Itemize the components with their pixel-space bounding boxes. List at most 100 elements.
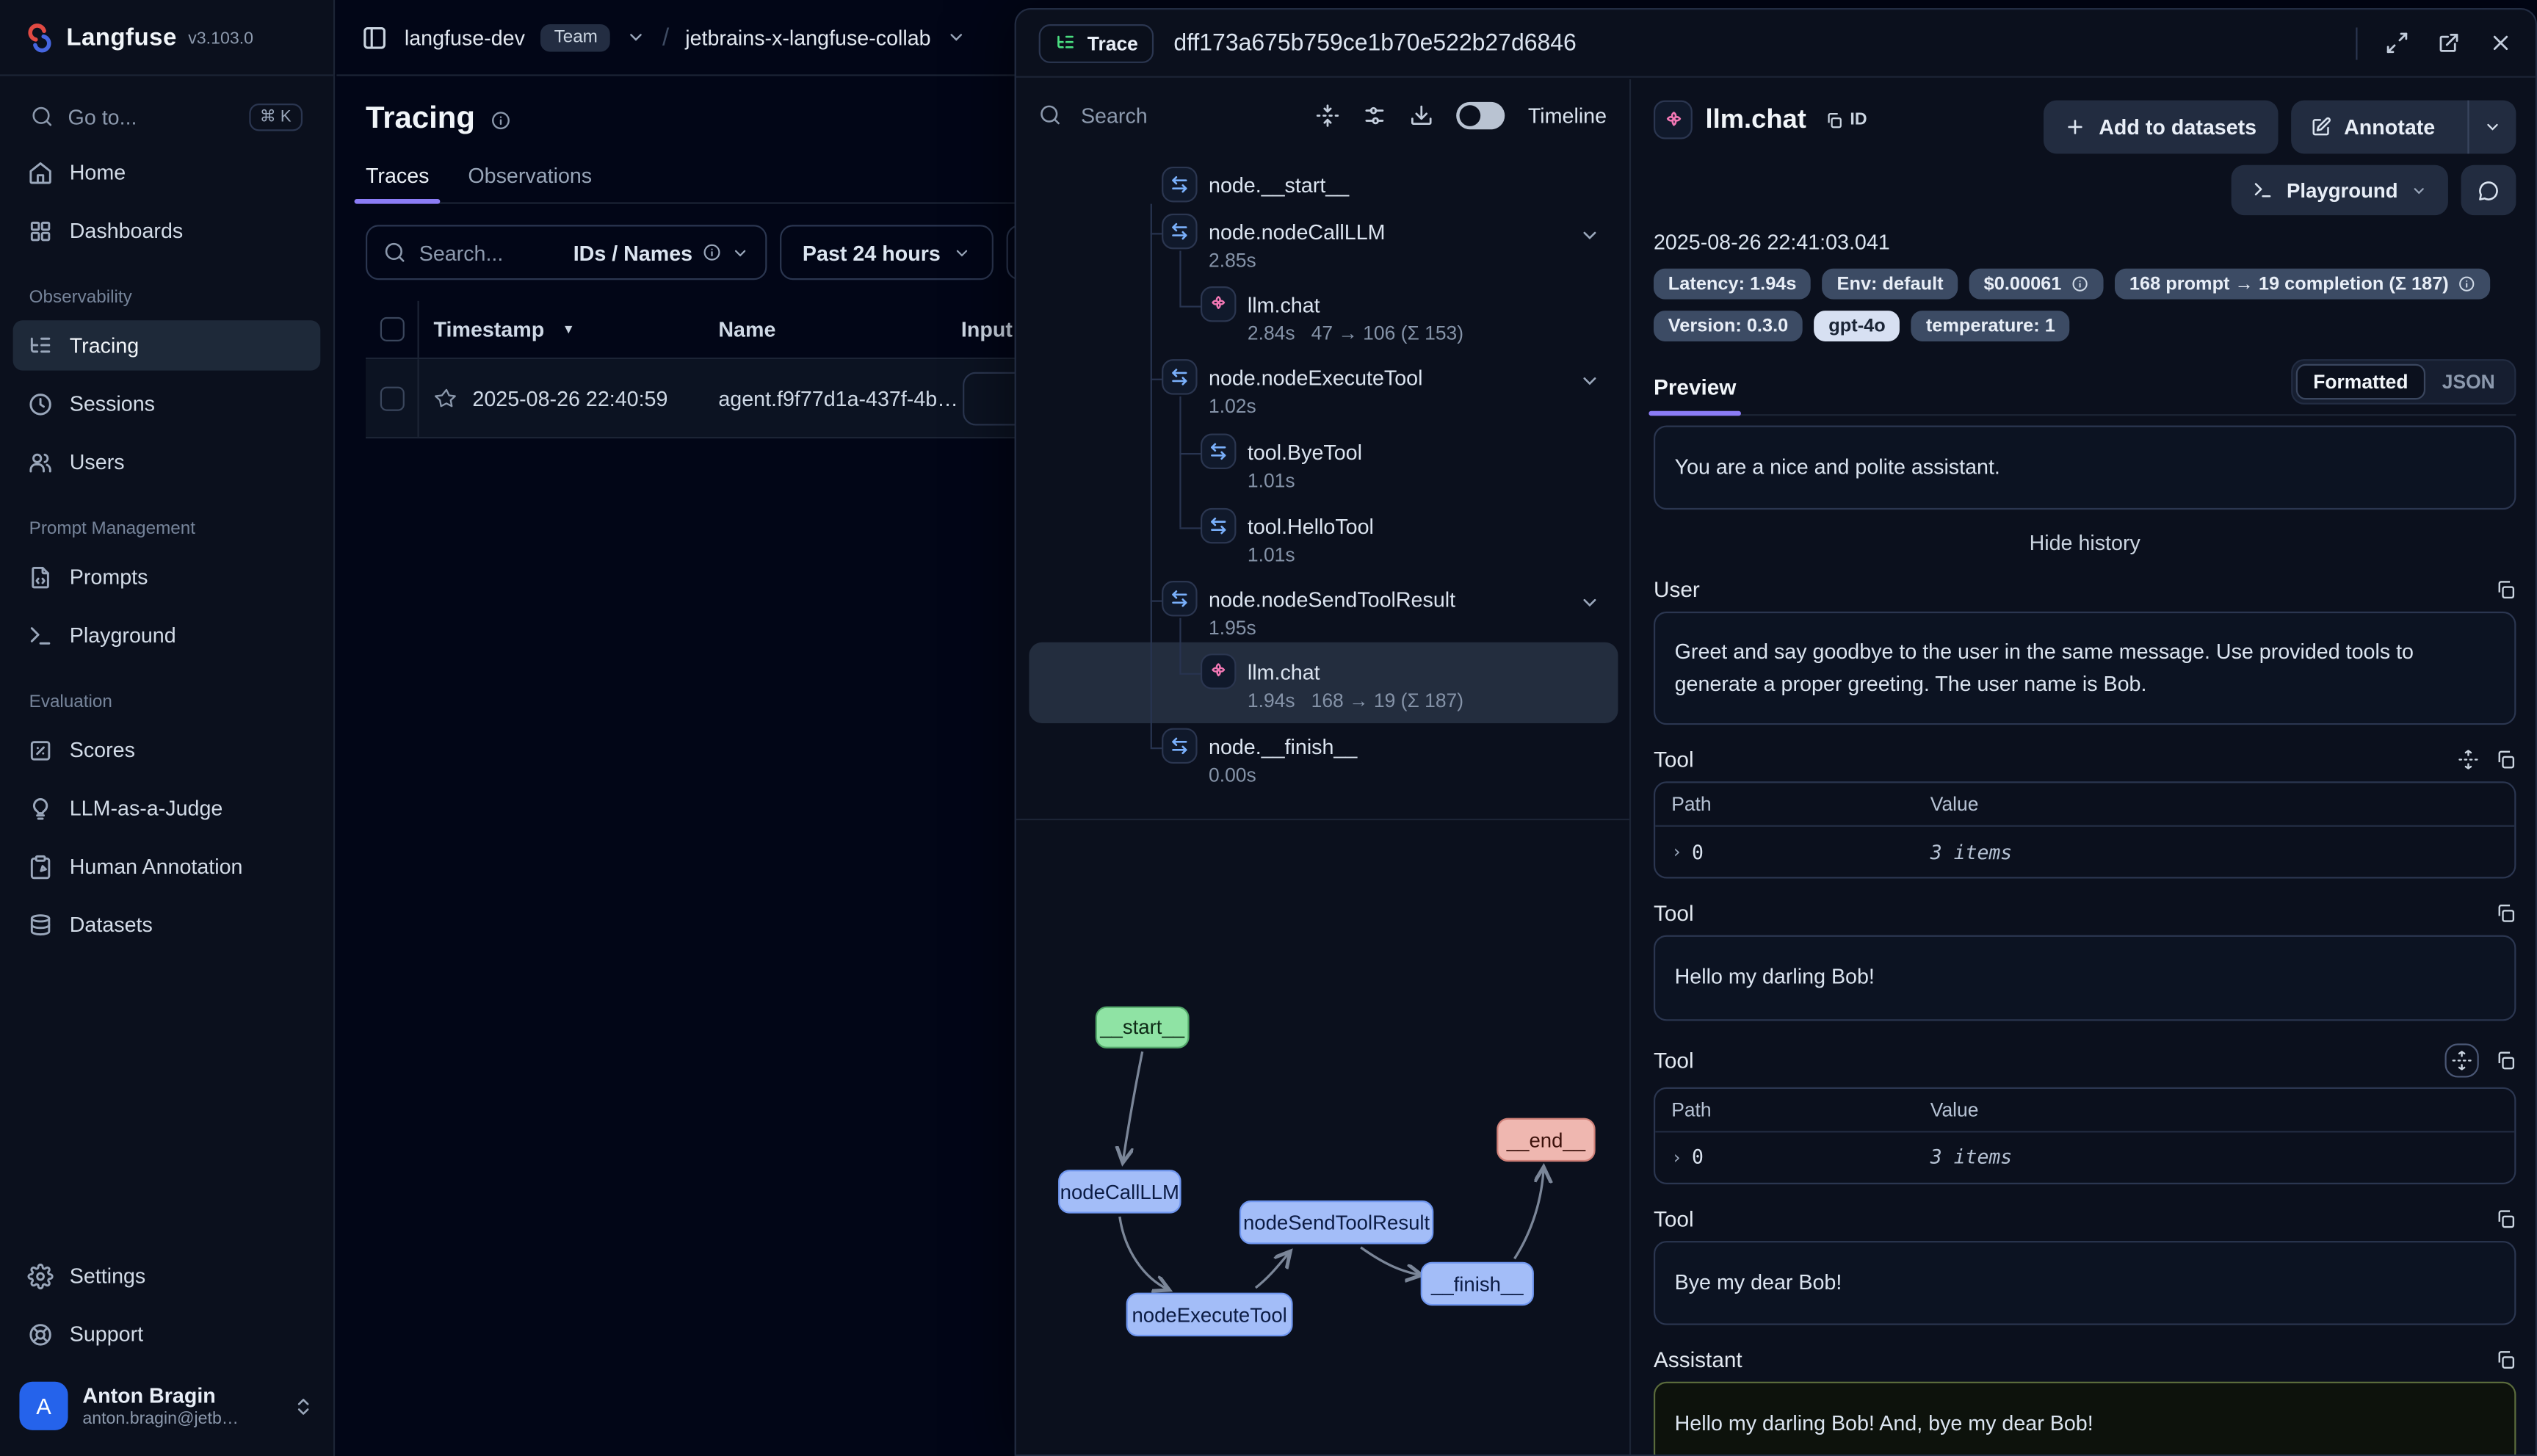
drawer-actions xyxy=(2356,26,2513,59)
graph-node-start[interactable]: __start__ xyxy=(1096,1007,1190,1048)
cost-badge[interactable]: $0.00061 xyxy=(1969,269,2104,300)
sidebar-item-prompts[interactable]: Prompts xyxy=(13,551,321,601)
chevron-down-icon[interactable] xyxy=(1579,371,1601,392)
chevron-down-icon xyxy=(2411,182,2427,198)
trace-type-badge: Trace xyxy=(1039,23,1154,62)
playground-button[interactable]: Playground xyxy=(2232,165,2448,215)
sidebar-item-human-annotation[interactable]: Human Annotation xyxy=(13,841,321,891)
tree-item[interactable]: llm.chat xyxy=(1248,293,1320,317)
tree-item[interactable]: node.nodeCallLLM xyxy=(1209,220,1385,245)
chevron-down-icon[interactable] xyxy=(627,27,646,46)
hide-history-link[interactable]: Hide history xyxy=(1654,531,2516,555)
sidebar-item-playground[interactable]: Playground xyxy=(13,610,321,660)
tab-traces[interactable]: Traces xyxy=(366,164,429,203)
sidebar-item-home[interactable]: Home xyxy=(13,148,321,198)
chevron-right-icon[interactable]: › xyxy=(1671,1146,1682,1167)
sidebar-item-sessions[interactable]: Sessions xyxy=(13,379,321,429)
tree-item[interactable]: node.__start__ xyxy=(1209,173,1349,198)
graph-node-nodecallllm[interactable]: nodeCallLLM xyxy=(1058,1170,1181,1213)
graph-node-nodesendtoolresult[interactable]: nodeSendToolResult xyxy=(1239,1200,1433,1244)
span-type-icon xyxy=(1201,434,1236,469)
chevron-down-icon[interactable] xyxy=(1579,592,1601,613)
tab-preview[interactable]: Preview xyxy=(1654,375,1736,414)
add-to-datasets-button[interactable]: Add to datasets xyxy=(2044,101,2277,154)
role-label: Tool xyxy=(1654,902,1694,926)
settings-sliders-icon[interactable] xyxy=(1363,103,1387,127)
copy-icon[interactable] xyxy=(2495,903,2516,924)
breadcrumb-org[interactable]: langfuse-dev xyxy=(405,25,525,49)
tree-item[interactable]: node.__finish__ xyxy=(1209,734,1357,758)
tree-item[interactable]: tool.ByeTool xyxy=(1248,440,1362,464)
span-type-icon xyxy=(1162,214,1197,249)
duration: 1.01s xyxy=(1248,469,1295,492)
sidebar-item-tracing[interactable]: Tracing xyxy=(13,320,321,370)
close-icon[interactable] xyxy=(2489,31,2513,55)
chevron-right-icon[interactable]: › xyxy=(1671,842,1682,863)
model-badge[interactable]: gpt-4o xyxy=(1814,311,1900,341)
graph-node-nodeexecutetool[interactable]: nodeExecuteTool xyxy=(1126,1293,1293,1336)
row-checkbox[interactable] xyxy=(380,386,404,410)
sidebar-item-support[interactable]: Support xyxy=(13,1309,321,1359)
copy-icon[interactable] xyxy=(2495,750,2516,771)
search-scope-dropdown[interactable]: IDs / Names xyxy=(573,240,750,264)
download-icon[interactable] xyxy=(1410,103,1434,127)
tree-item-selected[interactable]: llm.chat xyxy=(1248,660,1320,684)
copy-icon[interactable] xyxy=(2495,579,2516,601)
format-json[interactable]: JSON xyxy=(2426,366,2511,398)
tree-search-input[interactable]: Search xyxy=(1081,103,1148,127)
tab-observations[interactable]: Observations xyxy=(468,164,592,203)
sidebar-item-users[interactable]: Users xyxy=(13,437,321,487)
goto-search[interactable]: Go to... ⌘ K xyxy=(16,93,317,141)
unfold-vertical-icon[interactable] xyxy=(2458,750,2479,771)
tree-item[interactable]: tool.HelloTool xyxy=(1248,515,1374,539)
json-row[interactable]: ›0 3 items xyxy=(1655,1131,2514,1181)
user-menu[interactable]: A Anton Bragin anton.bragin@jetb… xyxy=(13,1367,321,1446)
json-row[interactable]: ›0 3 items xyxy=(1655,827,2514,877)
panel-left-icon[interactable] xyxy=(361,23,388,51)
role-label: User xyxy=(1654,578,1700,602)
chevron-down-icon[interactable] xyxy=(1579,225,1601,246)
sidebar-item-settings[interactable]: Settings xyxy=(13,1250,321,1300)
life-buoy-icon xyxy=(27,1321,53,1347)
list-tree-icon xyxy=(27,333,53,358)
time-range-select[interactable]: Past 24 hours xyxy=(780,225,994,280)
sidebar-item-label: Human Annotation xyxy=(70,854,243,878)
annotate-button[interactable]: Annotate xyxy=(2290,101,2516,154)
select-all-checkbox[interactable] xyxy=(380,317,404,341)
sidebar-item-dashboards[interactable]: Dashboards xyxy=(13,206,321,256)
sidebar-item-label: Support xyxy=(70,1322,143,1346)
comment-button[interactable] xyxy=(2461,165,2516,215)
open-in-new-icon[interactable] xyxy=(2436,31,2461,55)
chevron-down-icon[interactable] xyxy=(947,27,966,46)
format-formatted[interactable]: Formatted xyxy=(2295,364,2426,399)
copy-icon[interactable] xyxy=(2495,1049,2516,1071)
unfold-vertical-button-focused[interactable] xyxy=(2444,1043,2478,1076)
duration: 2.85s xyxy=(1209,249,1256,272)
search-input[interactable]: Search... IDs / Names xyxy=(366,225,767,280)
info-icon xyxy=(2458,275,2476,293)
tokens-badge[interactable]: 168 prompt → 19 completion (Σ 187) xyxy=(2115,269,2491,300)
sidebar-item-label: Prompts xyxy=(70,565,148,589)
copy-icon[interactable] xyxy=(2495,1349,2516,1370)
drawer-header: Trace dff173a675b759ce1b70e522b27d6846 xyxy=(1016,10,2536,78)
graph-node-end[interactable]: __end__ xyxy=(1496,1118,1595,1162)
copy-icon[interactable] xyxy=(2495,1208,2516,1229)
info-icon[interactable] xyxy=(490,109,511,131)
col-name[interactable]: Name xyxy=(718,301,961,358)
annotate-dropdown[interactable] xyxy=(2467,101,2516,154)
breadcrumb-project[interactable]: jetbrains-x-langfuse-collab xyxy=(685,25,930,49)
tree-item[interactable]: node.nodeSendToolResult xyxy=(1209,587,1455,612)
graph-node-finish[interactable]: __finish__ xyxy=(1421,1262,1534,1305)
col-timestamp[interactable]: Timestamp xyxy=(434,317,545,341)
timeline-toggle[interactable] xyxy=(1457,101,1505,128)
expand-icon[interactable] xyxy=(2385,31,2409,55)
sidebar-item-scores[interactable]: Scores xyxy=(13,725,321,775)
span-type-icon xyxy=(1162,167,1197,202)
tree-item[interactable]: node.nodeExecuteTool xyxy=(1209,366,1422,390)
sidebar-item-datasets[interactable]: Datasets xyxy=(13,899,321,949)
sidebar-item-llm-judge[interactable]: LLM-as-a-Judge xyxy=(13,783,321,833)
nav-group-prompt-management: Prompt Management xyxy=(13,495,321,551)
star-icon[interactable] xyxy=(434,386,458,410)
fold-vertical-icon[interactable] xyxy=(1316,103,1340,127)
copy-id-button[interactable]: ID xyxy=(1825,110,1867,129)
